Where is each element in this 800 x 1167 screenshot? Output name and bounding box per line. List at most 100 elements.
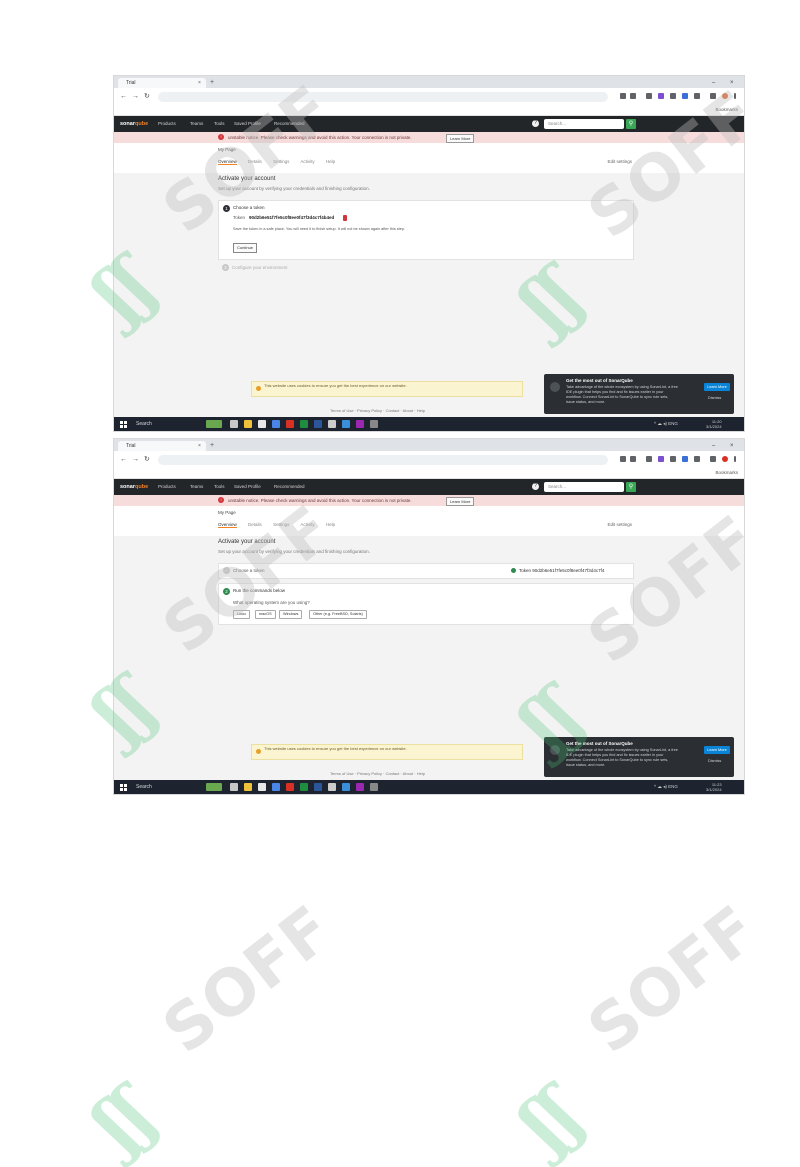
browser-tab[interactable]: Trial <box>118 441 206 451</box>
taskbar-app-icon[interactable] <box>230 420 238 428</box>
translate-icon[interactable] <box>620 456 626 462</box>
search-input[interactable]: Search... <box>544 119 624 129</box>
reload-icon[interactable]: ↻ <box>144 455 150 465</box>
url-input[interactable] <box>158 92 608 102</box>
nav-link[interactable]: Recommended <box>274 482 305 492</box>
minimize-icon[interactable]: – <box>712 441 715 451</box>
tab-overview[interactable]: Overview <box>218 522 237 528</box>
nav-link[interactable]: Teams <box>190 119 203 129</box>
star-icon[interactable] <box>630 456 636 462</box>
url-input[interactable] <box>158 455 608 465</box>
star-icon[interactable] <box>630 93 636 99</box>
taskbar-app-icon[interactable] <box>314 783 322 791</box>
search-icon[interactable]: ⚲ <box>626 119 636 129</box>
new-tab-icon[interactable]: + <box>210 78 214 88</box>
new-tab-icon[interactable]: + <box>210 441 214 451</box>
extension-icon[interactable] <box>682 93 688 99</box>
system-tray-icons[interactable]: ^ ☁ ◂) ENG <box>654 784 678 790</box>
taskbar-app-icon[interactable] <box>244 420 252 428</box>
site-logo[interactable]: sonarqube <box>120 119 148 129</box>
taskbar-app-icon[interactable] <box>272 420 280 428</box>
taskbar-app-icon[interactable] <box>328 783 336 791</box>
popup-body: Take advantage of the whole ecosystem by… <box>566 748 678 767</box>
help-icon[interactable]: ? <box>532 483 539 490</box>
search-input[interactable]: Search... <box>544 482 624 492</box>
extension-icon[interactable] <box>646 456 652 462</box>
taskbar-app-icon[interactable] <box>342 783 350 791</box>
back-icon[interactable]: ← <box>120 92 127 102</box>
bookmarks-folder[interactable]: Bookmarks <box>715 470 738 475</box>
browser-tab[interactable]: Trial <box>118 78 206 88</box>
taskbar-app-icon[interactable] <box>206 783 222 791</box>
nav-link[interactable]: Products <box>158 119 176 129</box>
extension-icon[interactable] <box>658 456 664 462</box>
help-icon[interactable]: ? <box>532 120 539 127</box>
continue-button[interactable]: Continue <box>233 243 258 253</box>
back-icon[interactable]: ← <box>120 455 127 465</box>
tray-clock[interactable]: 11:20 3/1/2024 <box>706 419 722 429</box>
search-icon[interactable]: ⚲ <box>626 482 636 492</box>
tab-close-icon[interactable]: × <box>198 441 201 451</box>
taskbar-app-icon[interactable] <box>370 783 378 791</box>
forward-icon[interactable]: → <box>132 92 139 102</box>
taskbar-app-icon[interactable] <box>356 420 364 428</box>
extension-icon[interactable] <box>670 93 676 99</box>
extension-icon[interactable] <box>670 456 676 462</box>
taskbar-app-icon[interactable] <box>356 783 364 791</box>
footer-links[interactable]: Terms of Use · Privacy Policy · Contact … <box>330 771 425 776</box>
learn-more-button[interactable]: Learn More <box>446 497 475 506</box>
nav-link[interactable]: Tools <box>214 482 225 492</box>
forward-icon[interactable]: → <box>132 455 139 465</box>
system-tray-icons[interactable]: ^ ☁ ◂) ENG <box>654 421 678 427</box>
taskbar-app-icon[interactable] <box>300 420 308 428</box>
taskbar-search[interactable]: Search <box>136 783 152 791</box>
taskbar-app-icon[interactable] <box>258 420 266 428</box>
tab-close-icon[interactable]: × <box>198 78 201 88</box>
taskbar-app-icon[interactable] <box>300 783 308 791</box>
site-logo[interactable]: sonarqube <box>120 482 148 492</box>
taskbar-search[interactable]: Search <box>136 420 152 428</box>
taskbar-app-icon[interactable] <box>206 420 222 428</box>
taskbar-app-icon[interactable] <box>272 783 280 791</box>
taskbar-app-icon[interactable] <box>286 420 294 428</box>
taskbar-app-icon[interactable] <box>328 420 336 428</box>
footer-links[interactable]: Terms of Use · Privacy Policy · Contact … <box>330 408 425 413</box>
site-topbar: sonarqube Products Teams Tools Saved Pro… <box>114 479 744 495</box>
sidebar-icon[interactable] <box>710 456 716 462</box>
site-topbar: sonarqube Products Teams Tools Saved Pro… <box>114 116 744 132</box>
menu-icon[interactable] <box>734 456 736 462</box>
dismiss-button[interactable]: Dismiss <box>708 759 721 763</box>
profile-avatar[interactable] <box>722 456 728 462</box>
edit-settings-link[interactable]: Edit settings <box>607 522 632 527</box>
extension-icon[interactable] <box>646 93 652 99</box>
taskbar-app-icon[interactable] <box>314 420 322 428</box>
extension-icon[interactable] <box>658 93 664 99</box>
nav-link[interactable]: Saved Profile <box>234 482 261 492</box>
taskbar-app-icon[interactable] <box>244 783 252 791</box>
tray-clock[interactable]: 11:23 3/1/2024 <box>706 782 722 792</box>
os-option-other[interactable]: Other (e.g. FreeBSD, Solaris) <box>309 610 367 619</box>
taskbar-app-icon[interactable] <box>370 420 378 428</box>
nav-link[interactable]: Teams <box>190 482 203 492</box>
learn-more-button[interactable]: Learn More <box>446 134 475 143</box>
windows-start-icon[interactable] <box>120 784 127 791</box>
close-window-icon[interactable]: × <box>730 441 734 451</box>
taskbar-app-icon[interactable] <box>230 783 238 791</box>
taskbar-app-icon[interactable] <box>258 783 266 791</box>
translate-icon[interactable] <box>620 93 626 99</box>
os-option-windows[interactable]: Windows <box>279 610 303 619</box>
taskbar-app-icon[interactable] <box>342 420 350 428</box>
reload-icon[interactable]: ↻ <box>144 92 150 102</box>
breadcrumb[interactable]: My Page <box>218 510 236 515</box>
dismiss-button[interactable]: Dismiss <box>708 396 721 400</box>
learn-more-button[interactable]: Learn More <box>704 383 730 391</box>
windows-start-icon[interactable] <box>120 421 127 428</box>
taskbar-app-icon[interactable] <box>286 783 294 791</box>
token-copy-icon[interactable] <box>343 215 347 221</box>
extension-icon[interactable] <box>694 456 700 462</box>
nav-link[interactable]: Products <box>158 482 176 492</box>
extension-icon[interactable] <box>682 456 688 462</box>
learn-more-button[interactable]: Learn More <box>704 746 730 754</box>
nav-link[interactable]: Tools <box>214 119 225 129</box>
tab-help[interactable]: Help <box>326 159 335 164</box>
